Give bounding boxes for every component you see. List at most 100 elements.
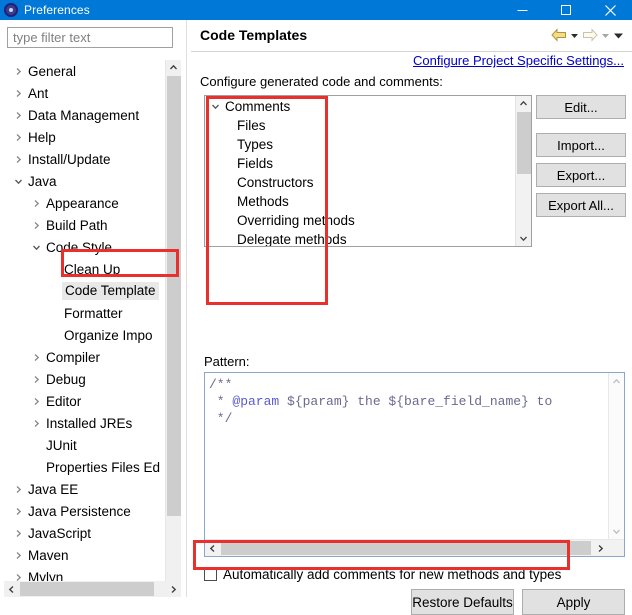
pane-divider[interactable] <box>186 20 190 597</box>
scroll-left-icon[interactable] <box>4 581 19 597</box>
chevron-right-icon[interactable] <box>11 529 26 538</box>
sidebar-item-ant[interactable]: Ant <box>7 82 165 104</box>
import-button[interactable]: Import... <box>536 133 626 157</box>
template-item-comments[interactable]: Comments <box>205 97 515 116</box>
sidebar-item-compiler[interactable]: Compiler <box>7 346 165 368</box>
chevron-right-icon[interactable] <box>11 551 26 560</box>
chevron-right-icon[interactable] <box>11 485 26 494</box>
sidebar-item-debug[interactable]: Debug <box>7 368 165 390</box>
chevron-right-icon[interactable] <box>11 89 26 98</box>
preferences-tree[interactable]: General Ant Data Management Help Install/Upd… <box>7 60 186 597</box>
pattern-horizontal-scrollbar[interactable] <box>205 539 624 556</box>
code-templates-list[interactable]: Comments Files Types Fields Constructors Meth… <box>204 95 532 247</box>
chevron-right-icon[interactable] <box>11 67 26 76</box>
sidebar-vertical-scrollbar[interactable] <box>165 60 181 597</box>
scroll-up-icon[interactable] <box>609 374 624 389</box>
scroll-left-icon[interactable] <box>205 540 220 556</box>
scroll-up-icon[interactable] <box>166 60 181 75</box>
template-item-delegate-methods[interactable]: Delegate methods <box>205 230 515 247</box>
chevron-right-icon[interactable] <box>29 221 44 230</box>
forward-menu-chevron-down-icon[interactable] <box>601 25 610 45</box>
sidebar-item-general[interactable]: General <box>7 60 165 82</box>
template-item-label: Overriding methods <box>237 213 355 228</box>
chevron-right-icon[interactable] <box>29 375 44 384</box>
close-icon[interactable] <box>588 0 632 20</box>
sidebar-item-maven[interactable]: Maven <box>7 544 165 566</box>
template-item-overriding-methods[interactable]: Overriding methods <box>205 211 515 230</box>
sidebar-item-java-persistence[interactable]: Java Persistence <box>7 500 165 522</box>
template-item-label: Files <box>237 118 266 133</box>
chevron-right-icon[interactable] <box>29 199 44 208</box>
chevron-down-icon[interactable] <box>29 243 44 252</box>
scroll-up-icon[interactable] <box>516 96 531 111</box>
template-item-types[interactable]: Types <box>205 135 515 154</box>
template-item-methods[interactable]: Methods <box>205 192 515 211</box>
window-title: Preferences <box>24 3 90 17</box>
restore-defaults-button[interactable]: Restore Defaults <box>411 589 514 615</box>
forward-arrow-icon[interactable] <box>582 25 598 45</box>
chevron-right-icon[interactable] <box>29 419 44 428</box>
sidebar-scroll-thumb[interactable] <box>167 76 181 516</box>
chevron-down-icon[interactable] <box>11 177 26 186</box>
sidebar-item-build-path[interactable]: Build Path <box>7 214 165 236</box>
auto-comment-checkbox[interactable] <box>204 568 217 581</box>
chevron-right-icon[interactable] <box>11 507 26 516</box>
apply-button[interactable]: Apply <box>522 589 625 615</box>
edit-button[interactable]: Edit... <box>536 95 626 119</box>
view-menu-chevron-down-icon[interactable] <box>613 25 624 45</box>
chevron-down-icon[interactable] <box>205 102 225 111</box>
sidebar-item-formatter[interactable]: Formatter <box>7 302 165 324</box>
sidebar-item-label: General <box>28 63 77 79</box>
pattern-preview[interactable]: /** * @param ${param} the ${bare_field_n… <box>204 372 625 557</box>
page-header: Code Templates <box>191 20 632 52</box>
template-item-label: Fields <box>237 156 274 171</box>
chevron-right-icon[interactable] <box>11 133 26 142</box>
sidebar-item-data-management[interactable]: Data Management <box>7 104 165 126</box>
sidebar-hscroll-thumb[interactable] <box>20 582 154 596</box>
page-title: Code Templates <box>200 27 308 43</box>
back-arrow-icon[interactable] <box>551 25 567 45</box>
back-menu-chevron-down-icon[interactable] <box>570 25 579 45</box>
chevron-right-icon[interactable] <box>11 111 26 120</box>
pattern-vertical-scrollbar[interactable] <box>608 373 624 540</box>
sidebar-item-help[interactable]: Help <box>7 126 165 148</box>
sidebar-item-clean-up[interactable]: Clean Up <box>7 258 165 280</box>
maximize-icon[interactable] <box>544 0 588 20</box>
sidebar-item-java-ee[interactable]: Java EE <box>7 478 165 500</box>
scroll-down-icon[interactable] <box>609 524 624 539</box>
sidebar-item-install-update[interactable]: Install/Update <box>7 148 165 170</box>
sidebar-item-code-style[interactable]: Code Style <box>7 236 165 258</box>
pattern-hscroll-thumb[interactable] <box>221 541 591 555</box>
sidebar-item-java[interactable]: Java <box>7 170 165 192</box>
sidebar-item-label: Appearance <box>46 195 119 211</box>
export-all-button[interactable]: Export All... <box>536 193 626 217</box>
sidebar-item-code-template[interactable]: Code Template <box>7 280 165 302</box>
sidebar-item-editor[interactable]: Editor <box>7 390 165 412</box>
sidebar-item-appearance[interactable]: Appearance <box>7 192 165 214</box>
template-item-files[interactable]: Files <box>205 116 515 135</box>
template-item-label: Delegate methods <box>237 232 347 247</box>
template-item-constructors[interactable]: Constructors <box>205 173 515 192</box>
auto-comment-checkbox-row[interactable]: Automatically add comments for new metho… <box>204 567 561 582</box>
template-item-fields[interactable]: Fields <box>205 154 515 173</box>
export-button[interactable]: Export... <box>536 163 626 187</box>
scroll-right-icon[interactable] <box>166 581 181 597</box>
sidebar-item-javascript[interactable]: JavaScript <box>7 522 165 544</box>
templates-vertical-scrollbar[interactable] <box>515 96 531 246</box>
preferences-sidebar: type filter text General Ant Data Manageme… <box>0 20 186 597</box>
sidebar-item-properties-files-ed[interactable]: Properties Files Ed <box>7 456 165 478</box>
filter-input[interactable]: type filter text <box>7 27 173 48</box>
chevron-right-icon[interactable] <box>29 353 44 362</box>
sidebar-item-label: Formatter <box>64 305 123 321</box>
sidebar-item-junit[interactable]: JUnit <box>7 434 165 456</box>
templates-scroll-thumb[interactable] <box>517 112 531 174</box>
chevron-right-icon[interactable] <box>11 155 26 164</box>
minimize-icon[interactable] <box>500 0 544 20</box>
sidebar-item-organize-impo[interactable]: Organize Impo <box>7 324 165 346</box>
configure-project-specific-settings-link[interactable]: Configure Project Specific Settings... <box>413 53 624 68</box>
scroll-down-icon[interactable] <box>516 231 531 246</box>
sidebar-horizontal-scrollbar[interactable] <box>4 581 181 597</box>
chevron-right-icon[interactable] <box>29 397 44 406</box>
scroll-right-icon[interactable] <box>593 540 608 556</box>
sidebar-item-installed-jres[interactable]: Installed JREs <box>7 412 165 434</box>
